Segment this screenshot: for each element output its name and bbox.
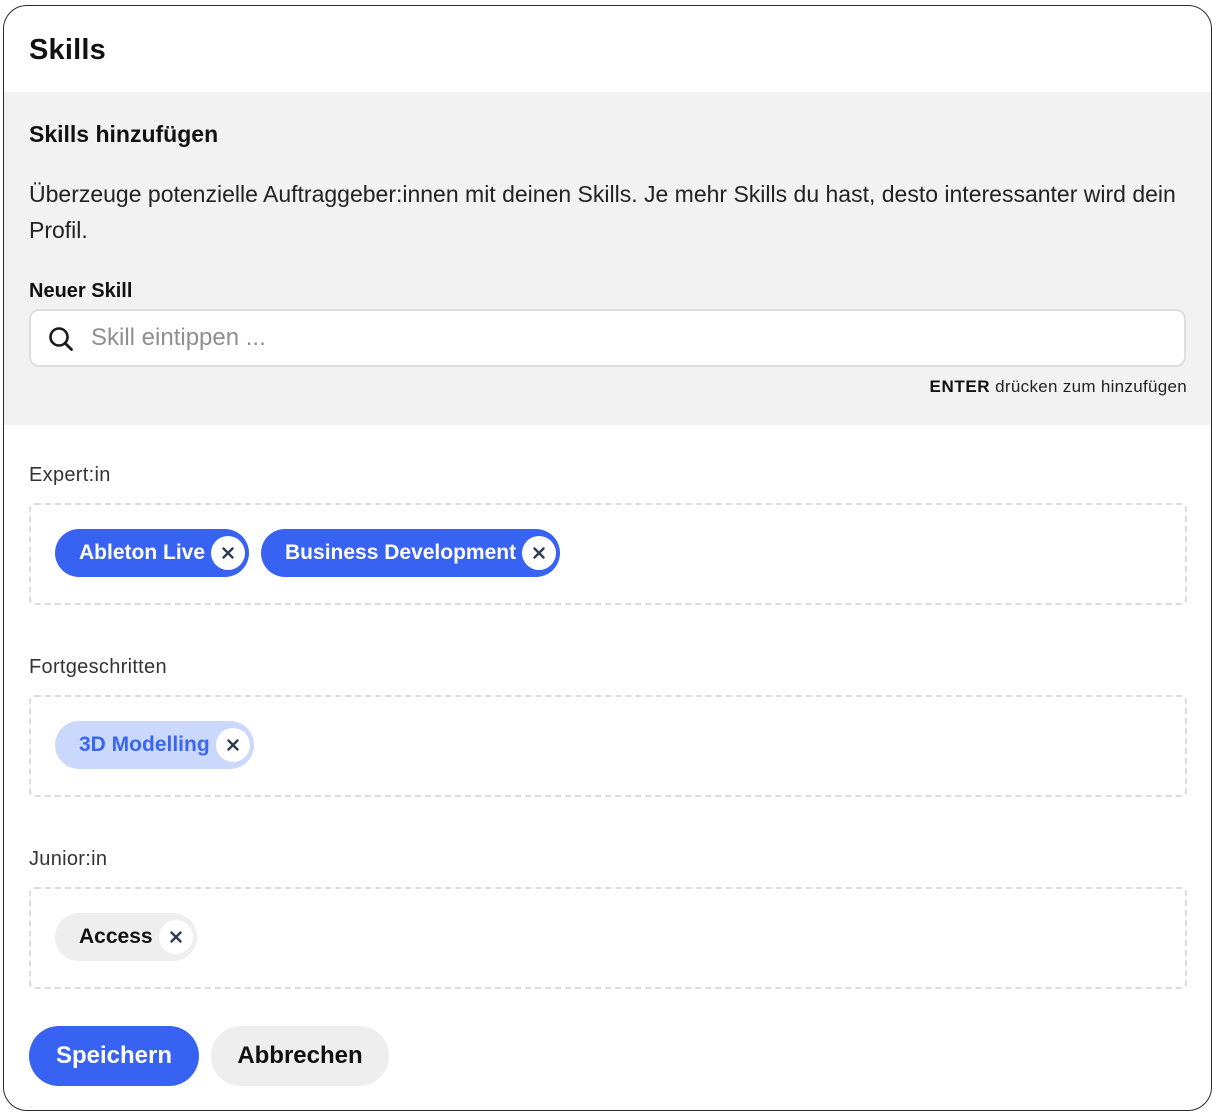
remove-skill-button[interactable] xyxy=(215,728,250,762)
close-icon xyxy=(222,547,234,559)
expert-skill-dropzone[interactable]: Ableton Live Business Development xyxy=(29,503,1187,605)
add-skill-heading: Skills hinzufügen xyxy=(29,121,219,147)
save-button[interactable]: Speichern xyxy=(29,1026,199,1086)
new-skill-input[interactable] xyxy=(91,317,1171,359)
dialog-title: Skills xyxy=(29,34,106,66)
new-skill-label: Neuer Skill xyxy=(29,280,133,302)
skill-chip-business-development[interactable]: Business Development xyxy=(261,529,561,577)
skill-chip-label: 3D Modelling xyxy=(79,733,210,756)
skills-dialog: Skills Skills hinzufügen Überzeuge poten… xyxy=(3,5,1212,1111)
enter-hint-key: ENTER xyxy=(929,377,991,396)
skill-chip-ableton-live[interactable]: Ableton Live xyxy=(55,529,250,577)
advanced-skill-dropzone[interactable]: 3D Modelling xyxy=(29,695,1187,797)
search-icon xyxy=(49,327,73,351)
remove-skill-button[interactable] xyxy=(211,536,246,570)
skill-chip-label: Access xyxy=(79,925,153,948)
new-skill-search-box[interactable] xyxy=(29,309,1186,367)
add-skill-panel: Skills hinzufügen Überzeuge potenzielle … xyxy=(4,92,1211,425)
close-icon xyxy=(226,739,239,751)
expert-level-label: Expert:in xyxy=(29,464,111,486)
junior-level-label: Junior:in xyxy=(29,848,108,870)
cancel-button[interactable]: Abbrechen xyxy=(211,1026,389,1086)
remove-skill-button[interactable] xyxy=(522,536,557,570)
skill-chip-3d-modelling[interactable]: 3D Modelling xyxy=(55,721,254,769)
junior-skill-dropzone[interactable]: Access xyxy=(29,887,1187,989)
remove-skill-button[interactable] xyxy=(158,920,193,954)
skill-chip-label: Ableton Live xyxy=(79,541,206,564)
close-icon xyxy=(533,547,545,559)
expert-chip-list: Ableton Live Business Development xyxy=(55,529,561,577)
advanced-chip-list: 3D Modelling xyxy=(55,721,254,769)
enter-hint: ENTER drücken zum hinzufügen xyxy=(930,377,1187,397)
advanced-level-label: Fortgeschritten xyxy=(29,656,167,678)
add-skill-description: Überzeuge potenzielle Auftraggeber:innen… xyxy=(29,181,1176,243)
close-icon xyxy=(169,931,182,943)
skill-chip-access[interactable]: Access xyxy=(55,913,197,961)
enter-hint-text: drücken zum hinzufügen xyxy=(995,377,1187,396)
junior-chip-list: Access xyxy=(55,913,197,961)
skill-chip-label: Business Development xyxy=(285,541,517,564)
